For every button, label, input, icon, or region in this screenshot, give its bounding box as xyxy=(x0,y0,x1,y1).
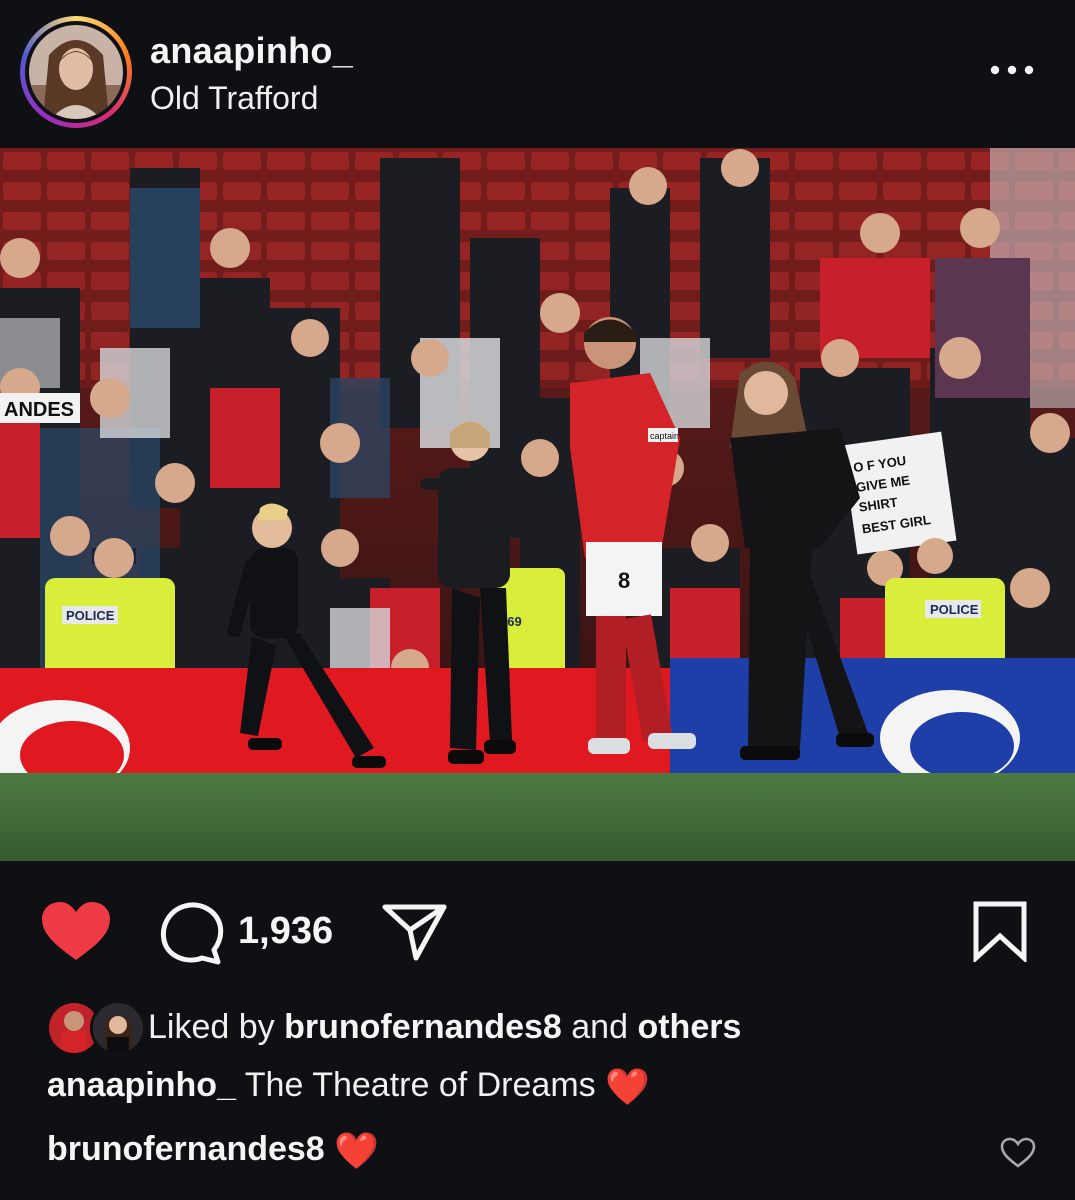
liked-by-text: Liked by brunofernandes8 and others xyxy=(148,1008,741,1047)
share-button[interactable] xyxy=(382,902,448,962)
heart-outline-icon xyxy=(1000,1137,1036,1168)
like-button[interactable] xyxy=(40,900,112,964)
svg-text:8: 8 xyxy=(618,568,630,593)
fan-sign: O F YOU GIVE ME SHIRT BEST GIRL xyxy=(842,431,957,555)
post-caption: anaapinho_ The Theatre of Dreams ❤️ xyxy=(47,1066,650,1108)
caption-heart-emoji: ❤️ xyxy=(605,1066,650,1107)
post-photo[interactable]: ANDES O F YOU GIVE ME SHIRT BEST GIRL PO… xyxy=(0,148,1075,861)
post-header: anaapinho_ Old Trafford xyxy=(0,0,1075,148)
more-options-button[interactable] xyxy=(980,50,1050,90)
bookmark-icon xyxy=(973,901,1027,964)
pitch-grass xyxy=(0,773,1075,861)
comment-count: 1,936 xyxy=(238,910,334,952)
comment-heart-emoji: ❤️ xyxy=(334,1130,379,1171)
crowd-banner: ANDES xyxy=(0,393,80,423)
top-comment: brunofernandes8 ❤️ xyxy=(47,1130,379,1172)
heart-filled-icon xyxy=(42,902,110,960)
post-location[interactable]: Old Trafford xyxy=(150,80,318,117)
svg-text:POLICE: POLICE xyxy=(66,608,115,623)
caption-text: The Theatre of Dreams xyxy=(244,1066,596,1104)
svg-text:captain: captain xyxy=(650,431,679,441)
profile-avatar[interactable] xyxy=(20,16,132,128)
caption-username[interactable]: anaapinho_ xyxy=(47,1066,236,1104)
svg-text:POLICE: POLICE xyxy=(930,602,979,617)
avatar-photo xyxy=(29,25,123,119)
more-horizontal-icon xyxy=(990,65,1034,75)
liked-by-prefix: Liked by xyxy=(148,1008,275,1046)
comment-bubble-icon xyxy=(160,902,224,965)
post-username[interactable]: anaapinho_ xyxy=(150,30,353,72)
liked-by-joiner: and xyxy=(571,1008,628,1046)
svg-text:ANDES: ANDES xyxy=(4,399,74,421)
avatar-ring-gap xyxy=(25,21,127,123)
liked-by-user[interactable]: brunofernandes8 xyxy=(284,1008,562,1046)
comment-like-button[interactable] xyxy=(1000,1137,1036,1169)
paper-plane-icon xyxy=(382,904,447,961)
liked-by-others[interactable]: others xyxy=(637,1008,741,1046)
comment-button[interactable] xyxy=(158,900,224,966)
liked-by-row[interactable]: Liked by brunofernandes8 and others xyxy=(46,1000,1046,1056)
save-button[interactable] xyxy=(970,900,1030,964)
liker-avatar-2 xyxy=(90,1000,146,1056)
comment-username[interactable]: brunofernandes8 xyxy=(47,1130,325,1168)
